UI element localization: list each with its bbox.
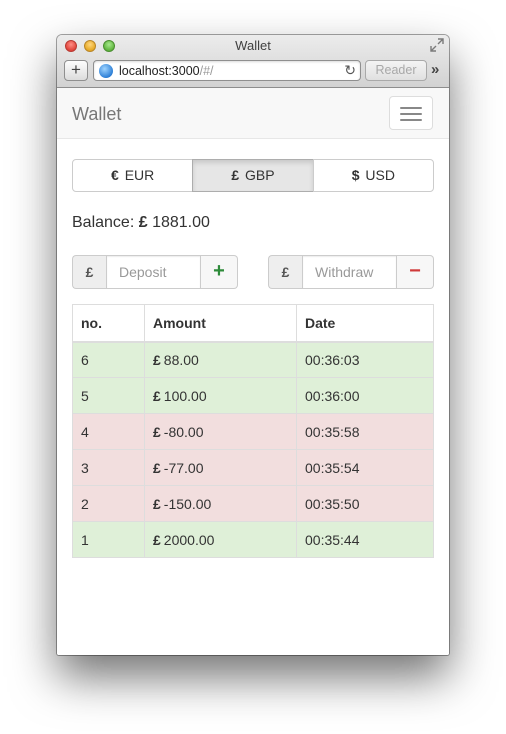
hamburger-icon-bar <box>400 113 422 115</box>
withdraw-currency-addon: £ <box>268 255 302 289</box>
table-row: 1 £2000.00 00:35:44 <box>72 521 434 558</box>
cell-amount: £100.00 <box>144 377 297 414</box>
cell-amount: £ -150.00 <box>144 485 297 522</box>
hamburger-icon <box>400 107 422 109</box>
add-bookmark-button[interactable]: + <box>64 60 88 81</box>
currency-symbol: $ <box>351 167 360 183</box>
table-header-row: no. Amount Date <box>72 304 434 343</box>
fullscreen-icon[interactable] <box>430 38 444 52</box>
amount-currency-symbol: £ <box>153 351 161 368</box>
cell-amount: £ -77.00 <box>144 449 297 486</box>
currency-symbol: € <box>111 167 119 183</box>
amount-currency-symbol: £ <box>153 531 161 548</box>
balance-label: Balance: <box>72 214 135 231</box>
cell-date: 00:35:54 <box>296 449 434 486</box>
column-header-date: Date <box>296 304 434 343</box>
table-row: 5 £100.00 00:36:00 <box>72 377 434 414</box>
amount-value: -150.00 <box>163 495 212 512</box>
column-header-no: no. <box>72 304 145 343</box>
cell-no: 4 <box>72 413 145 450</box>
page-content: Wallet € EUR £ GBP $ USD Balance: £ 1881.0… <box>57 88 449 655</box>
cell-date: 00:35:50 <box>296 485 434 522</box>
cell-amount: £2000.00 <box>144 521 297 558</box>
amount-value: 88.00 <box>163 351 199 368</box>
table-row: 3 £ -77.00 00:35:54 <box>72 449 434 486</box>
amount-value: -80.00 <box>163 423 204 440</box>
cell-no: 3 <box>72 449 145 486</box>
currency-button-gbp[interactable]: £ GBP <box>192 159 314 192</box>
table-row: 2 £ -150.00 00:35:50 <box>72 485 434 522</box>
amount-value: 100.00 <box>163 387 207 404</box>
deposit-input[interactable] <box>106 255 201 289</box>
withdraw-input[interactable] <box>302 255 397 289</box>
cell-no: 6 <box>72 341 145 378</box>
deposit-button[interactable]: + <box>201 255 238 289</box>
reload-icon[interactable]: ↻ <box>344 62 356 79</box>
window-title: Wallet <box>235 38 271 53</box>
amount-value: -77.00 <box>163 459 204 476</box>
balance-currency-symbol: £ <box>138 214 148 231</box>
column-header-amount: Amount <box>144 304 297 343</box>
browser-window: Wallet + localhost:3000/#/ ↻ Reader » Wa… <box>57 35 449 655</box>
amount-value: 2000.00 <box>163 531 215 548</box>
balance-amount: 1881.00 <box>152 214 210 231</box>
url-host: localhost:3000 <box>119 64 200 78</box>
cell-no: 2 <box>72 485 145 522</box>
cell-date: 00:35:58 <box>296 413 434 450</box>
withdraw-input-group: £ − <box>268 255 434 289</box>
currency-symbol: £ <box>231 167 240 183</box>
currency-code: USD <box>365 167 395 183</box>
cell-date: 00:36:03 <box>296 341 434 378</box>
navbar: Wallet <box>57 88 449 139</box>
more-chevron-icon[interactable]: » <box>431 61 440 78</box>
currency-selector: € EUR £ GBP $ USD <box>72 159 434 192</box>
cell-amount: £88.00 <box>144 341 297 378</box>
transactions-table: no. Amount Date 6 £88.00 00:36:03 5 £100.00 0… <box>72 304 434 558</box>
deposit-currency-addon: £ <box>72 255 106 289</box>
menu-toggle-button[interactable] <box>389 96 433 130</box>
window-chrome: Wallet + localhost:3000/#/ ↻ Reader » <box>57 35 449 88</box>
cell-date: 00:35:44 <box>296 521 434 558</box>
currency-button-usd[interactable]: $ USD <box>312 159 434 192</box>
navbar-brand[interactable]: Wallet <box>72 104 121 125</box>
currency-code: EUR <box>124 167 155 183</box>
reader-button[interactable]: Reader <box>365 60 427 81</box>
deposit-input-group: £ + <box>72 255 238 289</box>
cell-no: 1 <box>72 521 145 558</box>
table-body: 6 £88.00 00:36:03 5 £100.00 00:36:00 4 £ -80.00 0… <box>72 341 434 558</box>
amount-currency-symbol: £ <box>153 423 161 440</box>
amount-currency-symbol: £ <box>153 459 161 476</box>
cell-amount: £ -80.00 <box>144 413 297 450</box>
amount-currency-symbol: £ <box>153 387 161 404</box>
currency-code: GBP <box>245 167 275 183</box>
table-row: 4 £ -80.00 00:35:58 <box>72 413 434 450</box>
globe-icon <box>99 64 113 78</box>
url-text: localhost:3000/#/ <box>119 64 214 78</box>
amount-currency-symbol: £ <box>153 495 161 512</box>
cell-date: 00:36:00 <box>296 377 434 414</box>
address-bar[interactable]: localhost:3000/#/ ↻ <box>93 60 361 81</box>
balance-display: Balance: £ 1881.00 <box>72 214 210 232</box>
table-row: 6 £88.00 00:36:03 <box>72 341 434 378</box>
withdraw-button[interactable]: − <box>397 255 434 289</box>
hamburger-icon-bar <box>400 119 422 121</box>
currency-button-eur[interactable]: € EUR <box>72 159 194 192</box>
url-path: /#/ <box>199 64 214 78</box>
cell-no: 5 <box>72 377 145 414</box>
